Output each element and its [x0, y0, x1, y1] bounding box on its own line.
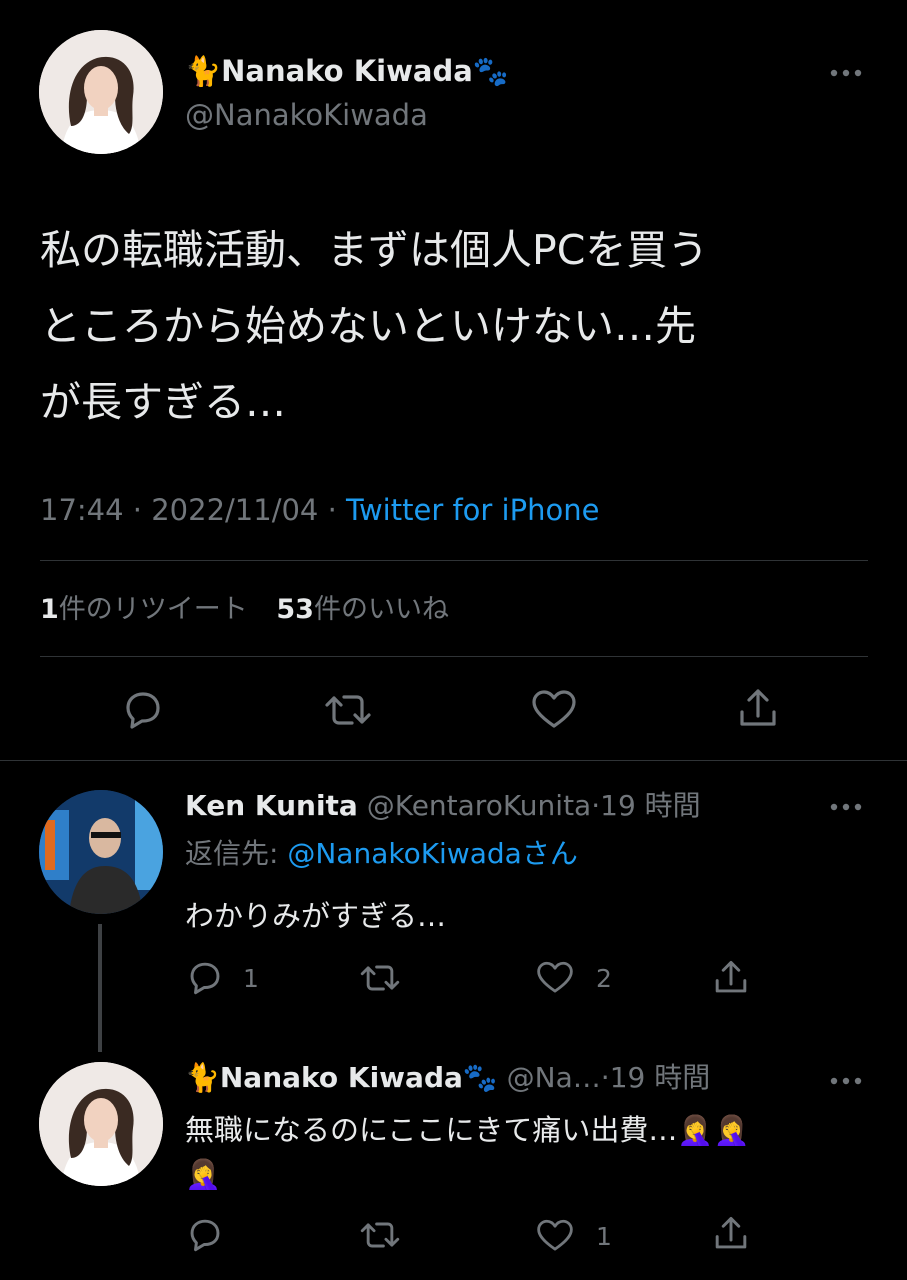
divider — [0, 760, 907, 761]
reply-time[interactable]: 19 時間 — [600, 789, 701, 822]
like-icon[interactable] — [535, 960, 575, 996]
tweet-time: 17:44 — [40, 493, 124, 527]
more-icon[interactable] — [828, 1072, 864, 1085]
paw-emoji: 🐾 — [472, 54, 509, 88]
like-stat[interactable]: 53件のいいね — [276, 594, 449, 625]
main-author-handle[interactable]: @NanakoKiwada — [185, 96, 428, 134]
share-icon[interactable] — [712, 958, 750, 998]
retweet-icon[interactable] — [322, 688, 374, 732]
retweet-count: 1 — [40, 594, 59, 625]
replying-to-handle[interactable]: @NanakoKiwada — [287, 837, 522, 870]
like-icon[interactable] — [535, 1218, 575, 1254]
replying-to-suffix: さん — [521, 837, 578, 870]
divider — [40, 560, 868, 561]
main-tweet-text-line: 私の転職活動、まずは個人PCを買う — [40, 226, 709, 274]
share-icon[interactable] — [712, 1214, 750, 1254]
retweet-icon[interactable] — [358, 959, 402, 997]
reply-author-avatar[interactable] — [39, 1062, 163, 1186]
like-icon[interactable] — [530, 688, 578, 732]
paw-emoji: 🐾 — [462, 1061, 498, 1094]
reply-author-handle[interactable]: @KentaroKunita — [367, 789, 591, 822]
meta-separator: · — [600, 1061, 610, 1094]
like-count: 2 — [596, 964, 612, 993]
main-tweet-text-line: ところから始めないといけない…先 — [40, 302, 696, 350]
like-count: 1 — [596, 1222, 612, 1251]
more-icon[interactable] — [828, 64, 864, 77]
reply-text: 無職になるのにここにきて痛い出費…🤦‍♀️🤦‍♀️ 🤦‍♀️ — [185, 1108, 750, 1196]
cat-emoji: 🐈 — [185, 1061, 220, 1094]
reply-count: 1 — [243, 964, 259, 993]
reply-author-name[interactable]: 🐈Nanako Kiwada🐾 — [185, 1061, 498, 1094]
retweet-label: 件のリツイート — [58, 594, 248, 625]
meta-separator: · — [591, 789, 601, 822]
reply-author-name-text: Nanako Kiwada — [219, 1061, 463, 1094]
share-icon[interactable] — [736, 686, 780, 732]
like-count: 53 — [276, 594, 314, 625]
reply-author-handle[interactable]: @Na… — [507, 1061, 601, 1094]
reply-text-line: 🤦‍♀️ — [185, 1157, 222, 1191]
cat-emoji: 🐈 — [185, 54, 222, 88]
reply-author-name[interactable]: Ken Kunita — [185, 789, 358, 822]
reply-icon[interactable] — [185, 1216, 225, 1254]
reply-header: Ken Kunita @KentaroKunita·19 時間 — [185, 786, 701, 826]
meta-separator: · — [132, 493, 143, 527]
main-author-avatar[interactable] — [39, 30, 163, 154]
retweet-icon[interactable] — [358, 1216, 402, 1254]
retweet-stat[interactable]: 1件のリツイート — [40, 594, 256, 625]
reply-text: わかりみがすぎる… — [185, 899, 447, 933]
main-author-name-text: Nanako Kiwada — [221, 54, 473, 88]
reply-author-avatar[interactable] — [39, 790, 163, 914]
like-label: 件のいいね — [313, 594, 449, 625]
thread-line — [98, 924, 102, 1052]
main-tweet-text-line: が長すぎる… — [40, 378, 286, 426]
tweet-date: 2022/11/04 — [151, 493, 319, 527]
replying-to-label: 返信先: — [185, 837, 279, 870]
main-author-name[interactable]: 🐈Nanako Kiwada🐾 — [185, 52, 509, 90]
more-icon[interactable] — [828, 798, 864, 811]
engagement-stats: 1件のリツイート 53件のいいね — [40, 590, 449, 630]
reply-time[interactable]: 19 時間 — [610, 1061, 711, 1094]
reply-text-line: 無職になるのにここにきて痛い出費…🤦‍♀️🤦‍♀️ — [185, 1113, 750, 1147]
reply-header: 🐈Nanako Kiwada🐾 @Na…·19 時間 — [185, 1058, 710, 1098]
tweet-source-link[interactable]: Twitter for iPhone — [346, 493, 599, 527]
divider — [40, 656, 868, 657]
reply-icon[interactable] — [120, 688, 166, 732]
replying-to: 返信先: @NanakoKiwadaさん — [185, 834, 578, 874]
main-tweet-text: 私の転職活動、まずは個人PCを買う ところから始めないといけない…先 が長すぎる… — [40, 212, 880, 440]
reply-icon[interactable] — [185, 959, 225, 997]
main-tweet-meta: 17:44 · 2022/11/04 · Twitter for iPhone — [40, 490, 599, 530]
meta-separator: · — [327, 493, 337, 527]
